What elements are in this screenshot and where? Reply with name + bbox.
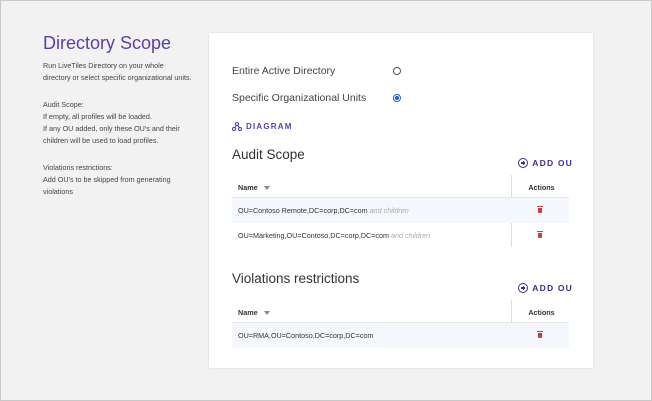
diagram-button[interactable]: DIAGRAM [232, 122, 293, 131]
table-header: Name Actions [232, 175, 569, 198]
ou-cell: OU=Contoso Remote,DC=corp,DC=com and chi… [238, 206, 409, 215]
ou-value: OU=Marketing,OU=Contoso,DC=corp,DC=com [238, 231, 389, 240]
ou-cell: OU=Marketing,OU=Contoso,DC=corp,DC=com a… [238, 231, 430, 240]
audit-scope-table: Name Actions OU=Contoso Remote,DC=corp,D… [232, 175, 569, 248]
diagram-label: DIAGRAM [246, 122, 293, 131]
scope-card: Entire Active Directory Specific Organiz… [209, 33, 593, 368]
actions-column-header: Actions [528, 183, 555, 192]
option-entire-ad-label: Entire Active Directory [232, 65, 336, 77]
actions-column-header: Actions [528, 308, 555, 317]
name-column-header[interactable]: Name [238, 183, 270, 192]
radio-entire-ad[interactable] [393, 67, 401, 75]
ou-suffix: and children [369, 206, 409, 215]
ou-cell: OU=RMA,OU=Contoso,DC=corp,DC=com [238, 331, 373, 340]
trash-icon[interactable] [537, 331, 543, 338]
violations-help: Violations restrictions: Add OU's to be … [43, 162, 171, 197]
violations-add-ou-button[interactable]: ADD OU [518, 283, 573, 293]
name-header-label: Name [238, 183, 258, 192]
plus-circle-icon [518, 158, 529, 168]
diagram-icon [232, 122, 242, 131]
caret-down-icon [263, 310, 270, 315]
audit-scope-help: Audit Scope: If empty, all profiles will… [43, 99, 180, 146]
violations-title: Violations restrictions [232, 271, 360, 286]
ou-suffix: and children [391, 231, 431, 240]
violations-table: Name Actions OU=RMA,OU=Contoso,DC=corp,D… [232, 300, 569, 348]
trash-icon[interactable] [537, 206, 543, 213]
audit-add-ou-button[interactable]: ADD OU [518, 158, 573, 168]
plus-circle-icon [518, 283, 529, 293]
caret-down-icon [263, 185, 270, 190]
ou-value: OU=RMA,OU=Contoso,DC=corp,DC=com [238, 331, 374, 340]
ou-value: OU=Contoso Remote,DC=corp,DC=com [238, 206, 368, 215]
option-specific-ou-label: Specific Organizational Units [232, 92, 367, 104]
radio-specific-ou[interactable] [393, 94, 401, 102]
intro-text: Run LiveTiles Directory on your whole di… [43, 61, 192, 83]
table-header: Name Actions [232, 300, 569, 323]
table-row: OU=Marketing,OU=Contoso,DC=corp,DC=com a… [232, 223, 569, 248]
name-column-header[interactable]: Name [238, 308, 270, 317]
table-row: OU=RMA,OU=Contoso,DC=corp,DC=com [232, 323, 569, 348]
sidebar-help: Directory Scope Run LiveTiles Directory … [43, 33, 193, 213]
page-title: Directory Scope [43, 33, 172, 53]
audit-add-ou-label: ADD OU [532, 158, 573, 168]
trash-icon[interactable] [537, 231, 543, 238]
violations-add-ou-label: ADD OU [532, 283, 573, 293]
name-header-label: Name [238, 308, 258, 317]
table-row: OU=Contoso Remote,DC=corp,DC=com and chi… [232, 198, 569, 223]
audit-scope-title: Audit Scope [232, 147, 305, 162]
